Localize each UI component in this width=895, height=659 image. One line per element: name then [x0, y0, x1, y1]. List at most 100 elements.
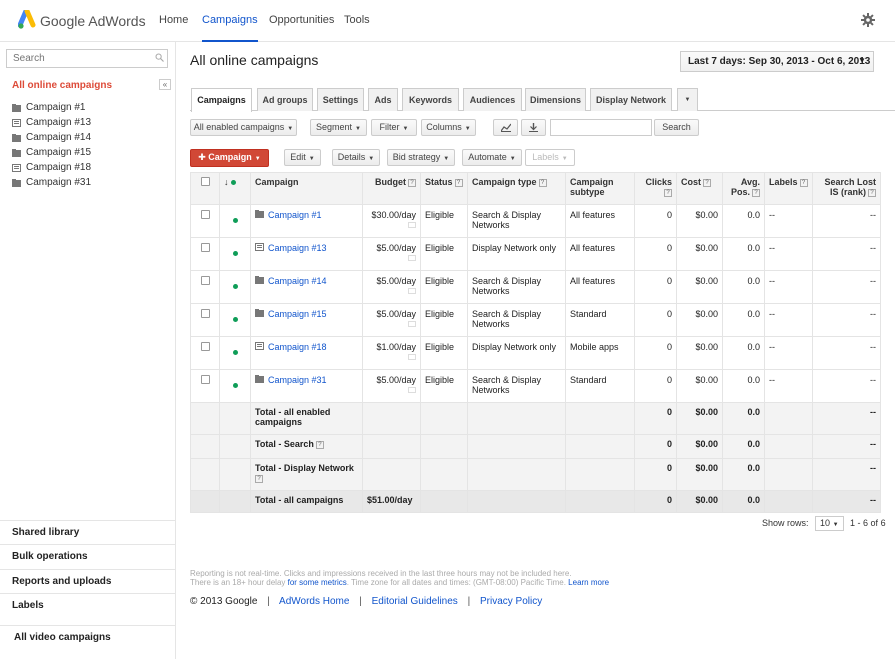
help-icon[interactable]: ?: [752, 188, 760, 197]
campaign-link[interactable]: Campaign #31: [268, 375, 327, 385]
labels-dropdown[interactable]: Labels ▼: [525, 149, 575, 166]
sidebar-item-campaign-15[interactable]: Campaign #15: [12, 145, 91, 160]
automate-dropdown[interactable]: Automate ▼: [462, 149, 522, 166]
help-icon[interactable]: ?: [538, 178, 547, 187]
campaign-link[interactable]: Campaign #13: [268, 243, 327, 253]
enabled-status-icon[interactable]: [232, 284, 238, 289]
header-budget[interactable]: Budget?: [362, 172, 421, 205]
bid-strategy-dropdown[interactable]: Bid strategy ▼: [387, 149, 455, 166]
tab-campaigns[interactable]: Campaigns: [191, 88, 252, 112]
page-range: 1 - 6 of 6: [850, 518, 886, 528]
sidebar-search-input[interactable]: [7, 50, 147, 67]
sidebar-item-campaign-31[interactable]: Campaign #31: [12, 175, 91, 190]
campaign-filter-dropdown[interactable]: All enabled campaigns ▼: [190, 119, 297, 136]
tab-dimensions[interactable]: Dimensions: [525, 88, 586, 111]
enabled-status-icon[interactable]: [232, 317, 238, 322]
sidebar-reports-uploads[interactable]: Reports and uploads: [0, 569, 175, 594]
help-icon[interactable]: ?: [315, 440, 324, 449]
enabled-status-icon[interactable]: [232, 350, 238, 355]
edit-dropdown[interactable]: Edit ▼: [284, 149, 321, 166]
tab-keywords[interactable]: Keywords: [402, 88, 459, 111]
campaign-link[interactable]: Campaign #18: [268, 342, 327, 352]
select-all-checkbox[interactable]: [200, 177, 210, 186]
row-checkbox[interactable]: [200, 375, 210, 384]
sidebar-all-video-campaigns[interactable]: All video campaigns: [0, 625, 175, 650]
gear-icon[interactable]: [861, 13, 875, 27]
chart-toggle-button[interactable]: [493, 119, 518, 136]
status-sort-header[interactable]: ↓: [219, 172, 251, 205]
privacy-policy-link[interactable]: Privacy Policy: [480, 596, 542, 607]
adwords-logo[interactable]: Google AdWords: [18, 10, 158, 32]
nav-home[interactable]: Home: [159, 14, 188, 42]
campaign-link[interactable]: Campaign #15: [268, 309, 327, 319]
sidebar-item-campaign-18[interactable]: Campaign #18: [12, 160, 91, 175]
tab-more-dropdown[interactable]: ▼: [677, 88, 698, 111]
adwords-home-link[interactable]: AdWords Home: [279, 596, 349, 607]
date-range-selector[interactable]: Last 7 days: Sep 30, 2013 - Oct 6, 2013 …: [680, 51, 874, 72]
sidebar-bulk-operations[interactable]: Bulk operations: [0, 544, 175, 569]
row-checkbox[interactable]: [200, 309, 210, 318]
header-type-label: Campaign type: [472, 177, 537, 187]
nav-tools[interactable]: Tools: [344, 14, 370, 42]
table-search-input[interactable]: [550, 119, 652, 136]
enabled-status-icon[interactable]: [232, 383, 238, 388]
details-dropdown[interactable]: Details ▼: [332, 149, 380, 166]
row-checkbox[interactable]: [200, 243, 210, 252]
columns-dropdown[interactable]: Columns ▼: [421, 119, 476, 136]
header-campaign[interactable]: Campaign: [250, 172, 363, 205]
table-search-button[interactable]: Search: [654, 119, 699, 136]
header-avg-pos[interactable]: Avg. Pos.?: [722, 172, 765, 205]
header-clicks[interactable]: Clicks?: [634, 172, 677, 205]
sidebar-item-campaign-13[interactable]: Campaign #13: [12, 115, 91, 130]
tab-ads[interactable]: Ads: [368, 88, 398, 111]
search-icon[interactable]: [155, 53, 164, 62]
campaign-link[interactable]: Campaign #14: [268, 276, 327, 286]
header-status[interactable]: Status?: [420, 172, 468, 205]
segment-label: Segment: [316, 122, 353, 132]
help-icon[interactable]: ?: [664, 188, 672, 197]
all-online-campaigns-link[interactable]: All online campaigns: [12, 80, 112, 91]
help-icon[interactable]: ?: [454, 178, 463, 187]
edit-budget-icon[interactable]: [408, 387, 416, 393]
sidebar-item-campaign-14[interactable]: Campaign #14: [12, 130, 91, 145]
tab-ad-groups[interactable]: Ad groups: [257, 88, 313, 111]
help-icon[interactable]: ?: [408, 178, 416, 187]
header-campaign-type[interactable]: Campaign type?: [467, 172, 566, 205]
row-checkbox[interactable]: [200, 342, 210, 351]
sidebar-item-campaign-1[interactable]: Campaign #1: [12, 100, 91, 115]
learn-more-link[interactable]: Learn more: [568, 578, 609, 587]
edit-budget-icon[interactable]: [408, 321, 416, 327]
campaign-link[interactable]: Campaign #1: [268, 210, 322, 220]
edit-budget-icon[interactable]: [408, 288, 416, 294]
help-icon[interactable]: ?: [799, 178, 808, 187]
row-checkbox[interactable]: [200, 276, 210, 285]
help-icon[interactable]: ?: [703, 178, 711, 187]
header-campaign-subtype[interactable]: Campaign subtype: [565, 172, 635, 205]
header-cost[interactable]: Cost?: [676, 172, 723, 205]
help-icon[interactable]: ?: [255, 474, 263, 483]
enabled-status-icon[interactable]: [232, 218, 238, 223]
download-button[interactable]: [521, 119, 546, 136]
filter-dropdown[interactable]: Filter ▼: [371, 119, 417, 136]
header-labels[interactable]: Labels?: [764, 172, 813, 205]
row-checkbox[interactable]: [200, 210, 210, 219]
help-icon[interactable]: ?: [868, 188, 876, 197]
edit-budget-icon[interactable]: [408, 255, 416, 261]
header-search-lost-is[interactable]: Search Lost IS (rank)?: [812, 172, 881, 205]
sidebar-labels[interactable]: Labels: [0, 593, 175, 618]
segment-dropdown[interactable]: Segment ▼: [310, 119, 367, 136]
tab-display-network[interactable]: Display Network: [590, 88, 672, 111]
edit-budget-icon[interactable]: [408, 354, 416, 360]
collapse-sidebar-button[interactable]: «: [159, 79, 171, 90]
nav-campaigns[interactable]: Campaigns: [202, 14, 258, 42]
tab-settings[interactable]: Settings: [317, 88, 364, 111]
new-campaign-button[interactable]: ✚ Campaign ▼: [190, 149, 269, 167]
rows-per-page-select[interactable]: 10 ▼: [815, 516, 844, 531]
tab-audiences[interactable]: Audiences: [463, 88, 522, 111]
editorial-guidelines-link[interactable]: Editorial Guidelines: [372, 596, 458, 607]
edit-budget-icon[interactable]: [408, 222, 416, 228]
nav-opportunities[interactable]: Opportunities: [269, 14, 334, 42]
sidebar-shared-library[interactable]: Shared library: [0, 520, 175, 545]
some-metrics-link[interactable]: for some metrics: [288, 578, 347, 587]
enabled-status-icon[interactable]: [232, 251, 238, 256]
